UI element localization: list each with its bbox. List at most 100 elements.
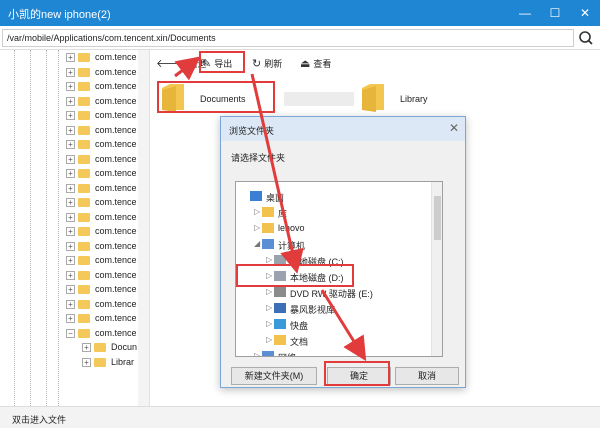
expand-arrow-icon[interactable]: ◢ (254, 239, 260, 248)
folder-icon (78, 53, 90, 62)
file-name: Documents (200, 94, 246, 104)
view-button[interactable]: ⏏ 查看 (298, 54, 333, 72)
dialog-tree-item[interactable]: ▷ 本地磁盘 (D:) (236, 268, 432, 284)
tree-item-label: com.tence (95, 284, 137, 294)
cancel-button[interactable]: 取消 (395, 367, 459, 385)
dialog-tree-item[interactable]: ▷ lenovo (236, 220, 432, 236)
folder-icon (78, 96, 90, 106)
tree-item-label: com.tence (95, 226, 137, 236)
close-button[interactable]: ✕ (570, 0, 600, 26)
ok-button[interactable]: 确定 (327, 367, 391, 385)
folder-icon (78, 270, 90, 280)
dialog-tree-label: 文档 (290, 337, 309, 347)
expand-toggle-icon[interactable]: + (66, 227, 75, 236)
folder-icon (274, 271, 286, 281)
expand-toggle-icon[interactable]: + (66, 82, 75, 91)
dialog-tree-item[interactable]: 桌面 (236, 188, 432, 204)
expand-toggle-icon[interactable]: + (66, 256, 75, 265)
back-arrow-icon: 🡐 (156, 58, 186, 70)
selection-highlight (284, 92, 354, 106)
expand-arrow-icon[interactable]: ▷ (266, 335, 272, 344)
tree-child-item[interactable]: + Docun (82, 340, 140, 355)
expand-toggle-icon[interactable]: + (82, 343, 91, 352)
expand-toggle-icon[interactable]: + (66, 285, 75, 294)
dialog-close-icon[interactable]: ✕ (449, 121, 459, 135)
folder-icon (162, 84, 184, 112)
expand-toggle-icon[interactable]: + (66, 96, 75, 106)
expand-toggle-icon[interactable]: + (66, 183, 75, 193)
expand-toggle-icon[interactable]: + (66, 111, 75, 120)
dialog-scrollbar[interactable] (431, 182, 442, 356)
folder-icon (78, 125, 90, 135)
export-pin-icon: ✎ (202, 57, 212, 70)
expand-arrow-icon[interactable]: ▷ (254, 207, 260, 216)
expand-arrow-icon[interactable]: ▷ (254, 351, 260, 356)
dialog-tree-label: 暴风影视库 (290, 305, 336, 315)
folder-icon (78, 256, 90, 265)
path-input[interactable]: /var/mobile/Applications/com.tencent.xin… (2, 29, 574, 47)
tree-item-label: com.tence (95, 168, 137, 178)
dialog-tree-item[interactable]: ▷ 文档 (236, 332, 432, 348)
expand-toggle-icon[interactable]: + (66, 154, 75, 164)
dialog-tree-item[interactable]: ▷ 库 (236, 204, 432, 220)
tree-scrollbar[interactable] (138, 50, 149, 406)
view-icon: ⏏ (300, 57, 311, 70)
expand-toggle-icon[interactable]: + (82, 357, 91, 367)
expand-toggle-icon[interactable]: + (66, 314, 75, 323)
folder-icon (262, 207, 274, 217)
folder-icon (94, 357, 106, 367)
path-bar: /var/mobile/Applications/com.tencent.xin… (0, 26, 600, 50)
view-label: 查看 (313, 58, 332, 69)
folder-icon (78, 169, 90, 178)
minimize-button[interactable]: — (510, 0, 540, 26)
folder-icon (78, 241, 90, 251)
dialog-tree-label: DVD RW 驱动器 (E:) (290, 289, 373, 299)
tree-child-item[interactable]: + Librar (82, 355, 140, 370)
expand-arrow-icon[interactable]: ▷ (266, 271, 272, 280)
tree-item-label: com.tence (95, 327, 137, 338)
folder-icon (78, 212, 90, 222)
dialog-tree-label: 快盘 (290, 321, 309, 331)
folder-icon (262, 239, 274, 249)
folder-icon (78, 154, 90, 164)
expand-toggle-icon[interactable]: + (66, 212, 75, 222)
dialog-tree-label: 计算机 (278, 241, 306, 251)
dialog-tree-label: 库 (278, 209, 288, 219)
dialog-tree-item[interactable]: ▷ 网络 (236, 348, 432, 356)
dialog-tree-item[interactable]: ◢ 计算机 (236, 236, 432, 252)
folder-icon (78, 299, 90, 309)
expand-arrow-icon[interactable]: ▷ (266, 255, 272, 264)
expand-arrow-icon[interactable]: ▷ (266, 287, 272, 296)
maximize-button[interactable]: ☐ (540, 0, 570, 26)
expand-toggle-icon[interactable]: + (66, 140, 75, 149)
new-folder-button[interactable]: 新建文件夹(M) (231, 367, 317, 385)
dialog-tree-item[interactable]: ▷ 暴风影视库 (236, 300, 432, 316)
folder-icon (262, 223, 274, 233)
dialog-title: 浏览文件夹 (229, 126, 275, 136)
file-item-library[interactable]: Library (360, 80, 470, 116)
tree-item-label: com.tence (95, 95, 137, 106)
folder-icon (262, 351, 274, 356)
expand-toggle-icon[interactable]: + (66, 241, 75, 251)
expand-toggle-icon[interactable]: + (66, 53, 75, 62)
expand-toggle-icon[interactable]: + (66, 198, 75, 207)
expand-arrow-icon[interactable]: ▷ (254, 223, 260, 232)
folder-icon (362, 84, 384, 112)
refresh-button[interactable]: ↻ 刷新 (250, 54, 284, 72)
expand-toggle-icon[interactable]: + (66, 270, 75, 280)
export-button[interactable]: ✎ 导出 (200, 54, 234, 72)
dialog-tree-item[interactable]: ▷ DVD RW 驱动器 (E:) (236, 284, 432, 300)
expand-toggle-icon[interactable]: + (66, 125, 75, 135)
expand-arrow-icon[interactable]: ▷ (266, 303, 272, 312)
expand-toggle-icon[interactable]: + (66, 67, 75, 77)
folder-icon (78, 328, 90, 338)
expand-toggle-icon[interactable]: + (66, 299, 75, 309)
expand-toggle-icon[interactable]: − (66, 328, 75, 338)
expand-arrow-icon[interactable]: ▷ (266, 319, 272, 328)
dialog-tree-item[interactable]: ▷ 本地磁盘 (C:) (236, 252, 432, 268)
dialog-tree-label: lenovo (278, 223, 305, 233)
dialog-tree-item[interactable]: ▷ 快盘 (236, 316, 432, 332)
tree-item-label: com.tence (95, 182, 137, 193)
search-icon[interactable] (576, 29, 596, 47)
expand-toggle-icon[interactable]: + (66, 169, 75, 178)
